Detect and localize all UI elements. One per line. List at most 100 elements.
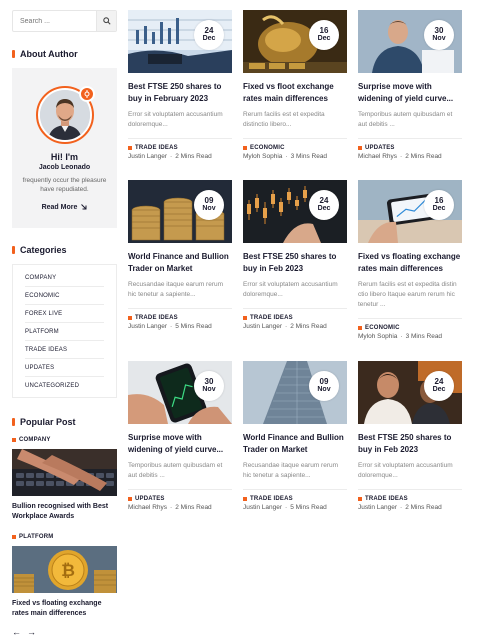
popular-post-title-link[interactable]: Bullion recognised with Best Workplace A…	[12, 502, 117, 522]
arrow-down-right-icon	[81, 204, 87, 210]
popular-post: COMPANY Bullion recognised with Best Wor…	[12, 437, 117, 522]
read-more-link[interactable]: Read More	[42, 204, 88, 211]
read-time: 3 Mins Read	[290, 152, 328, 160]
popular-post-tag[interactable]: PLATFORM	[12, 534, 117, 540]
post-tag[interactable]: UPDATES	[128, 496, 232, 502]
divider	[243, 137, 347, 139]
tag-label: ECONOMIC	[250, 144, 285, 151]
categories-title: Categories	[20, 245, 67, 255]
post-excerpt: Temporibus autem quibusdam et aut debiti…	[358, 110, 453, 128]
post-meta: Myloh Sophia · 3 Mins Read	[358, 333, 462, 340]
post-image[interactable]: 09 Nov	[243, 361, 347, 424]
tag-marker	[128, 145, 132, 150]
post-title-link[interactable]: Fixed vs floating exchange rates main di…	[358, 251, 462, 276]
post-excerpt: Error sit voluptatem accusantium dolorem…	[128, 110, 223, 128]
post-image[interactable]: 16 Dec	[243, 10, 347, 73]
read-time: 2 Mins Read	[175, 503, 212, 511]
category-item-platform[interactable]: Platform	[25, 323, 104, 341]
read-more-label: Read More	[41, 203, 78, 211]
prev-arrow-icon[interactable]: ←	[12, 627, 21, 637]
post-card: 24 Dec Best FTSE 250 shares to buy in Fe…	[243, 180, 347, 361]
category-list: Company Economic Forex Live Platform Tra…	[12, 264, 117, 398]
post-tag[interactable]: TRADE IDEAS	[128, 315, 232, 321]
post-title-link[interactable]: World Finance and Bullion Trader on Mark…	[128, 251, 232, 276]
post-title-link[interactable]: Best FTSE 250 shares to buy in Feb 2023	[243, 251, 347, 276]
meta-separator: ·	[170, 152, 173, 160]
post-tag[interactable]: UPDATES	[358, 145, 462, 151]
post-grid: 24 Dec Best FTSE 250 shares to buy in Fe…	[128, 10, 463, 511]
post-author-link[interactable]: Michael Rhys	[358, 153, 397, 160]
post-author-link[interactable]: Justin Langer	[243, 323, 282, 330]
post-image[interactable]: 24 Dec	[128, 10, 232, 73]
avatar-badge-icon	[78, 86, 95, 102]
date-month: Dec	[432, 386, 446, 394]
date-badge: 30 Nov	[194, 371, 224, 401]
tag-marker	[128, 496, 132, 501]
post-tag[interactable]: TRADE IDEAS	[128, 145, 232, 151]
meta-separator: ·	[400, 332, 403, 340]
divider	[243, 307, 347, 309]
post-author-link[interactable]: Justin Langer	[243, 504, 282, 511]
search-button[interactable]	[96, 11, 116, 31]
post-tag[interactable]: TRADE IDEAS	[243, 315, 347, 321]
post-card: 16 Dec Fixed vs floot exchange rates mai…	[243, 10, 347, 180]
date-month: Nov	[317, 386, 331, 394]
post-author-link[interactable]: Justin Langer	[358, 504, 397, 511]
heading-marker	[12, 50, 15, 58]
post-tag[interactable]: ECONOMIC	[243, 145, 347, 151]
meta-separator: ·	[170, 322, 173, 330]
category-item-updates[interactable]: Updates	[25, 359, 104, 377]
author-greeting: Hi! I'm	[50, 152, 79, 162]
category-item-uncategorized[interactable]: Uncategorized	[25, 377, 104, 395]
date-badge: 24 Dec	[194, 20, 224, 50]
post-title-link[interactable]: Best FTSE 250 shares to buy in February …	[128, 81, 232, 106]
post-image[interactable]: 30 Nov	[358, 10, 462, 73]
post-title-link[interactable]: Best FTSE 250 shares to buy in Feb 2023	[358, 432, 462, 457]
post-image[interactable]: 24 Dec	[243, 180, 347, 243]
tag-marker	[128, 315, 132, 320]
post-title-link[interactable]: World Finance and Bullion Trader on Mark…	[243, 432, 347, 457]
post-author-link[interactable]: Michael Rhys	[128, 504, 167, 511]
popular-post-title-link[interactable]: Fixed vs floating exchange rates main di…	[12, 599, 117, 619]
post-title-link[interactable]: Fixed vs floot exchange rates main diffe…	[243, 81, 347, 106]
post-excerpt: Error sit voluptatem accusantium dolorem…	[243, 280, 338, 298]
post-title-link[interactable]: Surprise move with widening of yield cur…	[128, 432, 232, 457]
search-input[interactable]	[13, 11, 96, 31]
post-tag[interactable]: TRADE IDEAS	[243, 496, 347, 502]
post-author-link[interactable]: Justin Langer	[128, 153, 167, 160]
category-item-forex-live[interactable]: Forex Live	[25, 305, 104, 323]
post-excerpt: Recusandae itaque earum rerum hic tenetu…	[128, 280, 224, 298]
post-image[interactable]: 09 Nov	[128, 180, 232, 243]
post-author-link[interactable]: Myloh Sophia	[358, 333, 397, 340]
date-month: Dec	[317, 35, 331, 43]
popular-post-image[interactable]	[12, 449, 117, 496]
category-item-company[interactable]: Company	[25, 269, 104, 287]
date-day: 24	[434, 377, 444, 387]
date-day: 30	[434, 26, 444, 36]
popular-post-tag[interactable]: COMPANY	[12, 437, 117, 443]
post-tag[interactable]: TRADE IDEAS	[358, 496, 462, 502]
divider	[358, 317, 462, 319]
tag-marker	[243, 315, 247, 320]
post-card: 30 Nov Surprise move with widening of yi…	[358, 10, 462, 180]
tag-label: TRADE IDEAS	[135, 314, 178, 321]
category-item-economic[interactable]: Economic	[25, 287, 104, 305]
post-image[interactable]: 30 Nov	[128, 361, 232, 424]
post-title-link[interactable]: Surprise move with widening of yield cur…	[358, 81, 462, 106]
post-image[interactable]: 16 Dec	[358, 180, 462, 243]
sidebar: About Author Hi! I'm Jacob Leonado freq	[12, 10, 117, 620]
next-arrow-icon[interactable]: →	[27, 627, 36, 637]
divider	[243, 488, 347, 490]
category-item-trade-ideas[interactable]: Trade Ideas	[25, 341, 104, 359]
post-image[interactable]: 24 Dec	[358, 361, 462, 424]
post-tag[interactable]: ECONOMIC	[358, 325, 462, 331]
post-card: 09 Nov World Finance and Bullion Trader …	[243, 361, 347, 511]
post-author-link[interactable]: Justin Langer	[128, 323, 167, 330]
meta-separator: ·	[170, 503, 173, 511]
popular-post-image[interactable]: ₿	[12, 546, 117, 594]
post-author-link[interactable]: Myloh Sophia	[243, 153, 282, 160]
date-badge: 16 Dec	[424, 190, 454, 220]
tag-marker	[243, 496, 247, 501]
date-month: Dec	[202, 35, 216, 43]
post-card: 24 Dec Best FTSE 250 shares to buy in Fe…	[358, 361, 462, 511]
